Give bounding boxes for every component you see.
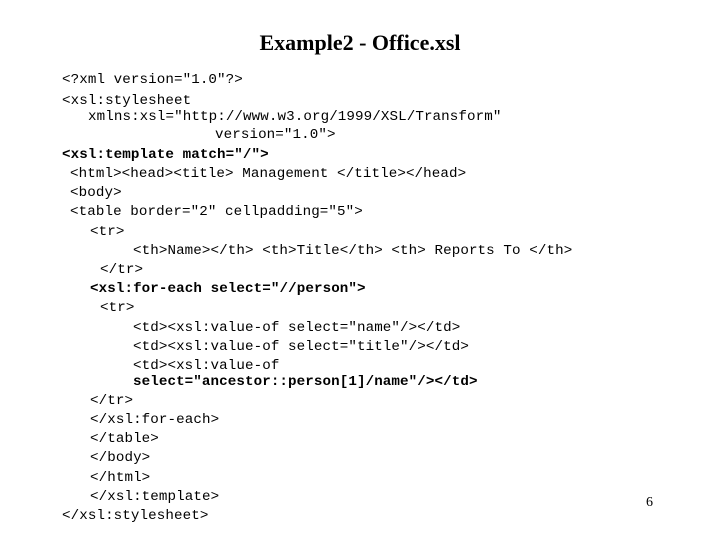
code-line-th-headers: <th>Name></th> <th>Title</th> <th> Repor… — [133, 243, 573, 259]
code-line-td-value-of: <td><xsl:value-of — [133, 358, 280, 374]
code-line-xmlns: xmlns:xsl="http://www.w3.org/1999/XSL/Tr… — [88, 109, 502, 125]
code-line-tr-open: <tr> — [90, 224, 125, 240]
code-line-tr-close-row: </tr> — [90, 393, 134, 409]
code-line-template-close: </xsl:template> — [90, 489, 220, 505]
code-line-html-head: <html><head><title> Management </title><… — [70, 166, 467, 182]
slide-title: Example2 - Office.xsl — [259, 30, 461, 55]
code-line-template-open: <xsl:template match="/"> — [62, 147, 269, 163]
code-line-table-open: <table border="2" cellpadding="5"> — [70, 204, 363, 220]
code-line-tr-close: </tr> — [100, 262, 144, 278]
code-line-tr-open-row: <tr> — [100, 300, 135, 316]
code-line-ancestor-select: select="ancestor::person[1]/name"/></td> — [133, 374, 478, 390]
code-line-stylesheet-close: </xsl:stylesheet> — [62, 508, 209, 524]
page-number: 6 — [646, 495, 653, 510]
code-line-for-each-open: <xsl:for-each select="//person"> — [90, 281, 366, 297]
code-line-body-open: <body> — [70, 185, 122, 201]
code-line-for-each-close: </xsl:for-each> — [90, 412, 220, 428]
code-line-table-close: </table> — [90, 431, 159, 447]
code-line-body-close: </body> — [90, 450, 151, 466]
code-line-xml-declaration: <?xml version="1.0"?> — [62, 72, 243, 88]
code-line-td-title: <td><xsl:value-of select="title"/></td> — [133, 339, 469, 355]
code-line-version: version="1.0"> — [215, 127, 336, 143]
code-line-html-close: </html> — [90, 470, 151, 486]
code-line-td-name: <td><xsl:value-of select="name"/></td> — [133, 320, 461, 336]
code-line-stylesheet-open: <xsl:stylesheet — [62, 93, 192, 109]
